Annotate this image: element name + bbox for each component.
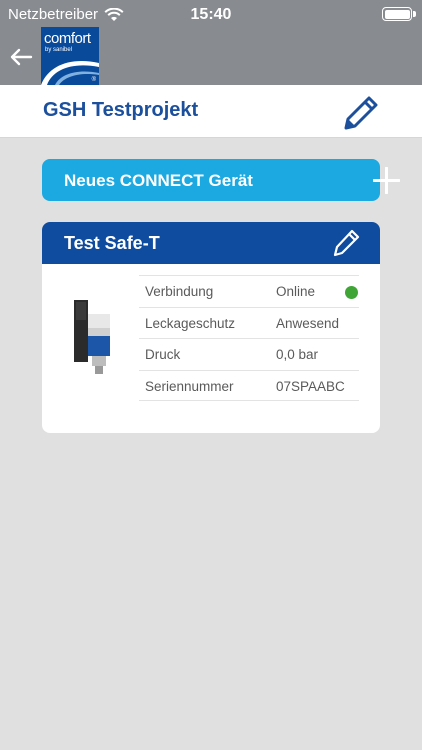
device-card[interactable]: Test Safe-T Verbindung Online Leckagesch… (42, 222, 380, 433)
back-arrow-icon[interactable] (8, 44, 34, 70)
device-info-table: Verbindung Online Leckageschutz Anwesend… (139, 275, 359, 401)
info-row-verbindung: Verbindung Online (139, 275, 359, 307)
page-title: GSH Testprojekt (43, 99, 199, 121)
edit-project-pencil-icon[interactable] (341, 93, 381, 133)
logo-sub: by sanibel (45, 47, 73, 53)
row-value: 0,0 bar (276, 347, 319, 362)
row-key: Druck (145, 347, 181, 362)
row-key: Seriennummer (145, 378, 234, 394)
online-status-dot (345, 286, 358, 299)
status-time: 15:40 (190, 6, 232, 23)
plus-icon (373, 167, 400, 194)
device-image (74, 300, 110, 374)
row-value: Online (276, 284, 316, 299)
device-name: Test Safe-T (64, 233, 160, 253)
row-key: Verbindung (145, 284, 214, 299)
add-device-label: Neues CONNECT Gerät (64, 171, 253, 190)
add-connect-device-button[interactable]: Neues CONNECT Gerät (42, 159, 400, 201)
logo-registered: ® (91, 77, 96, 83)
logo-brand: comfort (44, 30, 91, 47)
row-key: Leckageschutz (145, 315, 236, 331)
comfort-logo: comfort by sanibel ® (41, 27, 99, 85)
battery-icon (382, 7, 416, 21)
top-bar: Netzbetreiber 15:40 comfort by sanibel ® (0, 0, 422, 85)
status-bar: Netzbetreiber 15:40 (0, 0, 422, 28)
info-row-leckageschutz: Leckageschutz Anwesend (139, 306, 359, 339)
info-row-seriennummer: Seriennummer 07SPAABC (139, 369, 359, 401)
row-value: Anwesend (276, 315, 340, 331)
device-card-header: Test Safe-T (42, 222, 380, 264)
project-title-bar: GSH Testprojekt (0, 85, 422, 138)
info-row-druck: Druck 0,0 bar (139, 338, 359, 370)
row-value: 07SPAABC (276, 378, 345, 394)
edit-device-pencil-icon[interactable] (331, 228, 361, 258)
